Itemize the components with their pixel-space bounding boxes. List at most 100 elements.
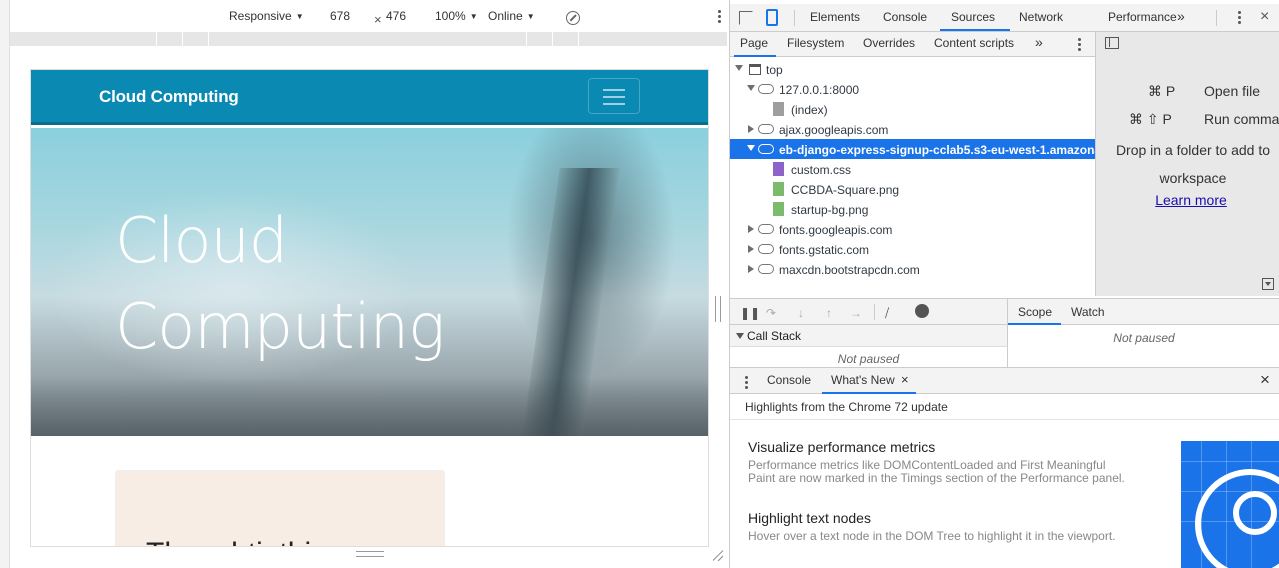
sources-navigator-tabs: Page Filesystem Overrides Content script… [730,32,1095,57]
tree-item-localhost[interactable]: 127.0.0.1:8000 [730,79,1095,99]
tree-item-top[interactable]: top [730,59,1095,79]
tab-console[interactable]: Console [883,10,927,24]
whats-new-panel: Highlights from the Chrome 72 update Vis… [730,394,1279,568]
drawer-tab-whats-new[interactable]: What's New [831,373,895,387]
call-stack-label: Call Stack [747,329,802,343]
step-out-icon[interactable]: ↑ [826,306,832,320]
tree-label: CCBDA-Square.png [791,183,900,197]
active-subtab-indicator [734,55,776,57]
cloud-icon [758,244,774,254]
devtools-menu-icon[interactable] [1236,11,1242,26]
call-stack-status: Not paused [837,352,900,366]
hero-title: Cloud Computing [115,198,445,370]
tab-sources[interactable]: Sources [951,10,995,24]
tab-scope[interactable]: Scope [1018,305,1052,319]
device-width-input[interactable]: 678 [330,9,350,23]
news-item-description: Performance metrics like DOMContentLoade… [748,458,1125,485]
bottom-resize-handle[interactable] [356,551,384,557]
device-mode-select[interactable]: Responsive ▼ [229,9,304,23]
tab-performance[interactable]: Performance [1108,10,1177,24]
rotate-icon[interactable] [566,11,580,25]
navbar-toggler-button[interactable] [588,78,640,114]
tree-label: 127.0.0.1:8000 [779,83,860,97]
tree-label: startup-bg.png [791,203,869,217]
news-item-title[interactable]: Visualize performance metrics [748,439,935,455]
tree-item-startup-png[interactable]: startup-bg.png [730,199,1095,219]
call-stack-header[interactable]: Call Stack [730,325,1007,347]
drop-folder-text: Drop in a folder to add to workspace [1115,142,1271,186]
pause-on-exceptions-icon[interactable] [915,304,929,318]
cloud-icon [758,224,774,234]
dimension-times: × [374,12,382,27]
image-file-icon [773,202,784,216]
side-resize-handle[interactable] [715,296,721,322]
tab-watch[interactable]: Watch [1071,305,1105,319]
tab-page[interactable]: Page [740,36,768,50]
device-toolbar-icon[interactable] [766,9,778,26]
tab-network[interactable]: Network [1019,10,1063,24]
drawer-menu-icon[interactable] [743,376,749,391]
tree-item-ajax[interactable]: ajax.googleapis.com [730,119,1095,139]
stylesheet-icon [773,162,784,176]
active-scope-indicator [1008,323,1061,325]
news-item-description: Hover over a text node in the DOM Tree t… [748,529,1116,543]
step-icon[interactable]: → [850,306,862,320]
close-tab-icon[interactable]: × [901,372,909,387]
pause-icon[interactable]: ❚❚ [740,306,760,320]
network-throttle-select[interactable]: Online ▼ [488,9,535,23]
cloud-icon [758,84,774,94]
more-tabs-button[interactable]: » [1177,8,1185,24]
deactivate-breakpoints-icon[interactable]: ⧸ [885,306,889,321]
close-devtools-icon[interactable]: × [1260,8,1269,26]
inspect-element-icon[interactable] [739,11,753,25]
tree-label: top [766,63,783,77]
network-label: Online [488,9,523,23]
run-command-shortcut: ⌘ ⇧ P [1129,111,1172,127]
media-query-ruler[interactable] [10,32,727,46]
tree-label: maxcdn.bootstrapcdn.com [779,263,920,277]
corner-resize-handle[interactable] [712,550,724,562]
toggle-debugger-icon[interactable] [1262,278,1274,290]
tree-item-fonts-gstatic[interactable]: fonts.gstatic.com [730,239,1095,259]
chrome-update-illustration [1181,441,1279,568]
zoom-label: 100% [435,9,466,23]
tab-filesystem[interactable]: Filesystem [787,36,844,50]
tree-label: custom.css [791,163,852,177]
more-options-icon[interactable] [715,10,723,25]
tree-item-index[interactable]: (index) [730,99,1095,119]
tree-label: eb-django-express-signup-cclab5.s3-eu-we… [779,143,1095,157]
close-drawer-icon[interactable]: × [1260,370,1270,390]
step-over-icon[interactable]: ↷ [766,306,776,320]
run-command-label: Run command [1204,111,1279,127]
file-tree: top 127.0.0.1:8000 (index) ajax.googleap… [730,58,1095,296]
toggle-navigator-icon[interactable] [1105,37,1119,49]
tab-content-scripts[interactable]: Content scripts [934,36,1014,50]
navigator-menu-icon[interactable] [1076,38,1082,53]
hero-banner: Cloud Computing [31,128,708,436]
more-subtabs-button[interactable]: » [1035,34,1043,50]
devtools-panel: Elements Console Sources Network Perform… [729,0,1279,568]
step-into-icon[interactable]: ↓ [798,306,804,320]
device-emulation-area: Responsive ▼ 678 × 476 100% ▼ Online ▼ Clou… [0,0,729,568]
zoom-select[interactable]: 100% ▼ [435,9,478,23]
learn-more-link[interactable]: Learn more [1096,192,1279,208]
tree-item-maxcdn[interactable]: maxcdn.bootstrapcdn.com [730,259,1095,279]
site-brand[interactable]: Cloud Computing [99,87,239,107]
chevron-down-icon: ▼ [526,12,535,21]
tree-item-ccbda-png[interactable]: CCBDA-Square.png [730,179,1095,199]
tab-overrides[interactable]: Overrides [863,36,915,50]
drawer-tab-console[interactable]: Console [767,373,811,387]
scope-watch-tabs: Scope Watch [1007,298,1279,325]
tab-elements[interactable]: Elements [810,10,860,24]
tree-item-s3-selected[interactable]: eb-django-express-signup-cclab5.s3-eu-we… [730,139,1095,159]
left-edge-strip [0,0,10,568]
tree-item-custom-css[interactable]: custom.css [730,159,1095,179]
tree-item-fonts-googleapis[interactable]: fonts.googleapis.com [730,219,1095,239]
device-toolbar: Responsive ▼ 678 × 476 100% ▼ Online ▼ [10,4,729,28]
chevron-down-icon: ▼ [469,12,478,21]
device-height-input[interactable]: 476 [386,9,406,23]
content-card: Thoughtinthis [115,470,445,546]
news-item-title[interactable]: Highlight text nodes [748,510,871,526]
site-navbar: Cloud Computing [31,70,708,125]
debugger-toolbar: ❚❚ ↷ ↓ ↑ → ⧸ [730,298,1007,325]
